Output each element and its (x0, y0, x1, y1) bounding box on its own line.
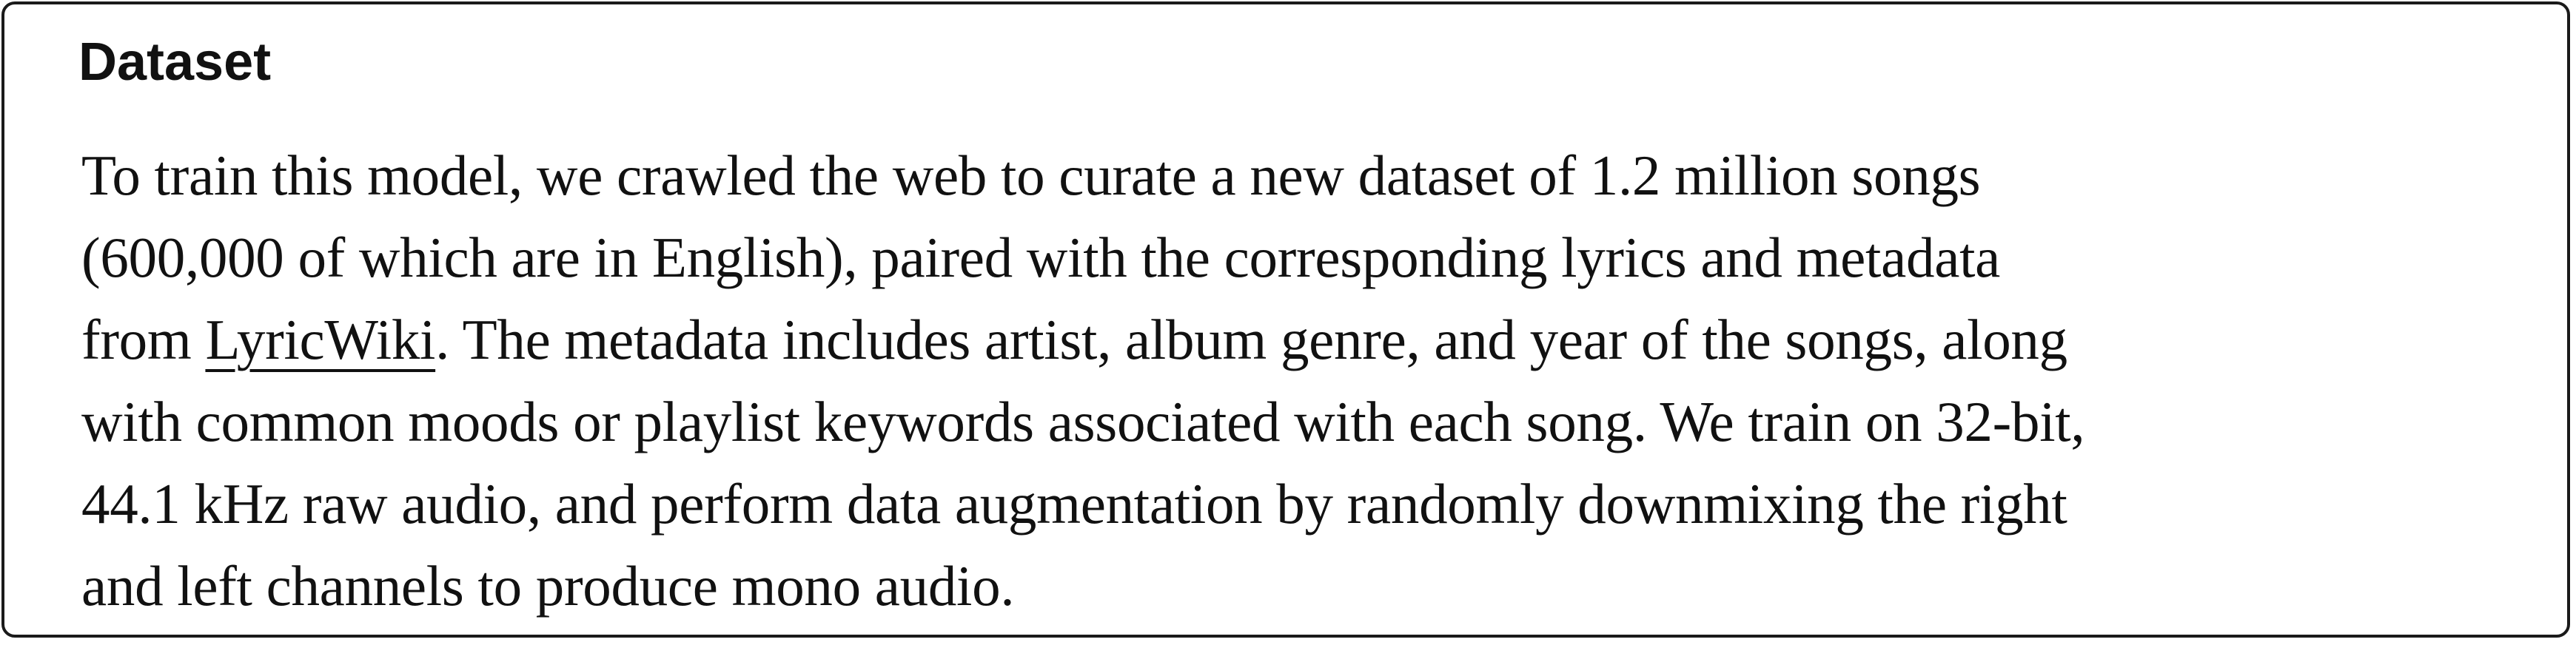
paragraph-line-1: To train this model, we crawled the web … (81, 143, 1981, 207)
dataset-description: To train this model, we crawled the web … (81, 135, 2085, 627)
paragraph-line-2: (600,000 of which are in English), paire… (81, 226, 2001, 289)
dataset-card: Dataset To train this model, we crawled … (1, 1, 2570, 638)
line-3-prefix: from (81, 308, 206, 371)
paragraph-line-4: with common moods or playlist keywords a… (81, 390, 2085, 453)
paragraph-line-5: 44.1 kHz raw audio, and perform data aug… (81, 472, 2067, 536)
lyricwiki-link[interactable]: LyricWiki (205, 308, 435, 371)
paragraph-line-6: and left channels to produce mono audio. (81, 554, 1015, 618)
paragraph-line-3: from LyricWiki. The metadata includes ar… (81, 299, 2084, 381)
line-3-suffix: . The metadata includes artist, album ge… (435, 308, 2067, 371)
section-heading: Dataset (78, 33, 272, 92)
